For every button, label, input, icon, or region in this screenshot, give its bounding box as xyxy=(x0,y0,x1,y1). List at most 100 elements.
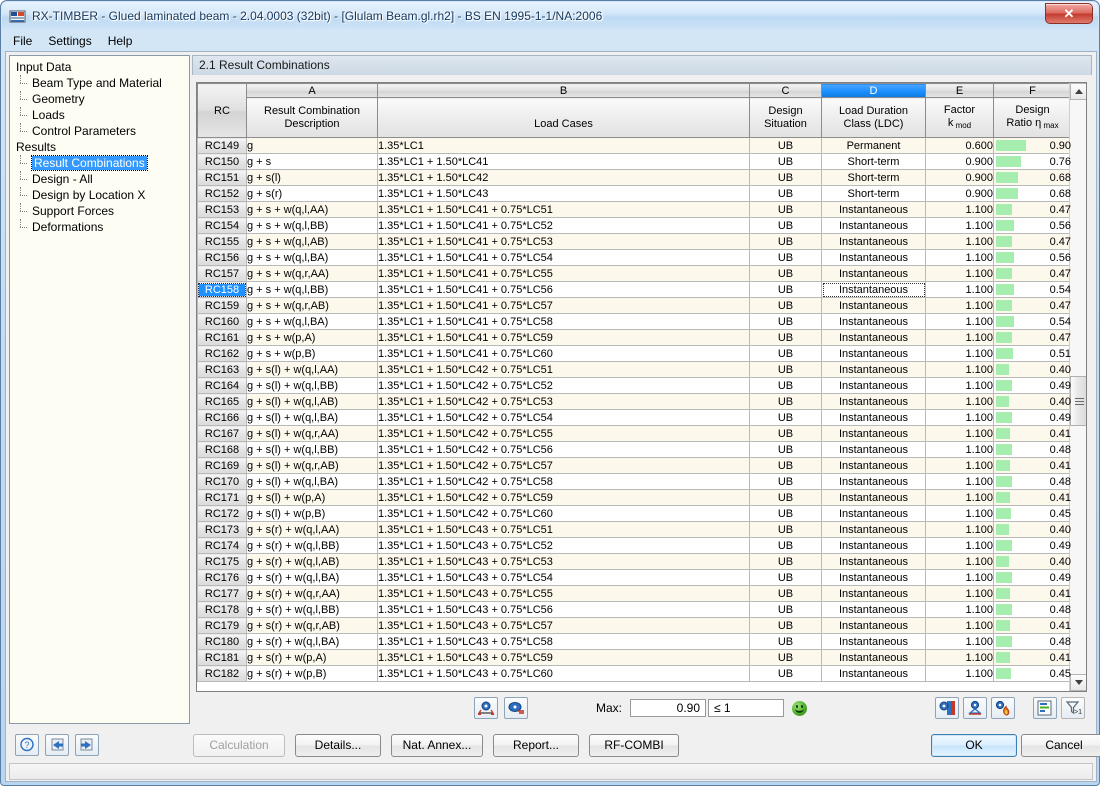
cell-description[interactable]: g + s(l) + w(q,l,AA) xyxy=(246,361,378,378)
next-button[interactable] xyxy=(75,734,99,756)
cell-factor-kmod[interactable]: 1.100 xyxy=(925,249,994,266)
menu-file[interactable]: File xyxy=(5,32,40,50)
row-header-rc[interactable]: RC157 xyxy=(197,265,247,282)
cell-load-cases[interactable]: 1.35*LC1 + 1.50*LC41 + 0.75*LC60 xyxy=(377,345,750,362)
table-row[interactable]: RC152 g + s(r) 1.35*LC1 + 1.50*LC43 UB Short… xyxy=(197,185,1072,202)
row-header-rc[interactable]: RC156 xyxy=(197,249,247,266)
cell-load-duration-class[interactable]: Instantaneous xyxy=(821,473,926,490)
cell-description[interactable]: g + s(r) + w(q,l,BB) xyxy=(246,601,378,618)
cell-load-duration-class[interactable]: Instantaneous xyxy=(821,425,926,442)
cell-load-cases[interactable]: 1.35*LC1 + 1.50*LC41 xyxy=(377,153,750,170)
cell-factor-kmod[interactable]: 1.100 xyxy=(925,377,994,394)
cell-design-ratio[interactable]: 0.41 xyxy=(993,457,1072,474)
cell-description[interactable]: g + s(l) + w(p,A) xyxy=(246,489,378,506)
cell-load-duration-class[interactable]: Instantaneous xyxy=(821,601,926,618)
cell-design-ratio[interactable]: 0.49 xyxy=(993,569,1072,586)
cell-load-duration-class[interactable]: Instantaneous xyxy=(821,585,926,602)
cell-load-cases[interactable]: 1.35*LC1 + 1.50*LC43 + 0.75*LC58 xyxy=(377,633,750,650)
cell-design-ratio[interactable]: 0.41 xyxy=(993,617,1072,634)
cell-design-ratio[interactable]: 0.47 xyxy=(993,265,1072,282)
cell-load-cases[interactable]: 1.35*LC1 + 1.50*LC42 + 0.75*LC53 xyxy=(377,393,750,410)
table-row[interactable]: RC149 g 1.35*LC1 UB Permanent 0.600 0.90 xyxy=(197,137,1072,154)
max-limit-field[interactable]: ≤ 1 xyxy=(708,699,785,717)
cell-description[interactable]: g + s + w(q,l,BB) xyxy=(246,281,378,298)
cell-factor-kmod[interactable]: 1.100 xyxy=(925,457,994,474)
cell-factor-kmod[interactable]: 1.100 xyxy=(925,537,994,554)
cell-design-situation[interactable]: UB xyxy=(749,153,822,170)
table-row[interactable]: RC170 g + s(l) + w(q,l,BA) 1.35*LC1 + 1.50… xyxy=(197,473,1072,490)
cell-design-situation[interactable]: UB xyxy=(749,313,822,330)
tree-node-support-forces[interactable]: Support Forces xyxy=(12,203,187,219)
cell-design-ratio[interactable]: 0.41 xyxy=(993,425,1072,442)
menu-settings[interactable]: Settings xyxy=(40,32,99,50)
cell-load-duration-class[interactable]: Instantaneous xyxy=(821,649,926,666)
cell-load-duration-class[interactable]: Instantaneous xyxy=(821,361,926,378)
cell-design-ratio[interactable]: 0.49 xyxy=(993,409,1072,426)
cell-design-ratio[interactable]: 0.40 xyxy=(993,521,1072,538)
row-header-rc[interactable]: RC162 xyxy=(197,345,247,362)
cell-load-cases[interactable]: 1.35*LC1 + 1.50*LC43 + 0.75*LC56 xyxy=(377,601,750,618)
cell-load-duration-class[interactable]: Instantaneous xyxy=(821,393,926,410)
column-letter-f[interactable]: F xyxy=(993,83,1072,98)
cell-description[interactable]: g + s + w(q,l,BA) xyxy=(246,313,378,330)
close-button[interactable]: ✕ xyxy=(1045,3,1093,24)
cell-factor-kmod[interactable]: 1.100 xyxy=(925,329,994,346)
cell-design-situation[interactable]: UB xyxy=(749,441,822,458)
cell-load-duration-class[interactable]: Permanent xyxy=(821,137,926,154)
cell-load-cases[interactable]: 1.35*LC1 + 1.50*LC42 + 0.75*LC56 xyxy=(377,441,750,458)
scroll-down-button[interactable] xyxy=(1070,674,1086,691)
cell-load-cases[interactable]: 1.35*LC1 + 1.50*LC41 + 0.75*LC52 xyxy=(377,217,750,234)
cell-load-cases[interactable]: 1.35*LC1 + 1.50*LC42 + 0.75*LC60 xyxy=(377,505,750,522)
cell-factor-kmod[interactable]: 0.900 xyxy=(925,153,994,170)
row-header-rc[interactable]: RC158 xyxy=(197,281,247,298)
table-row[interactable]: RC180 g + s(r) + w(q,l,BA) 1.35*LC1 + 1.50… xyxy=(197,633,1072,650)
cell-design-situation[interactable]: UB xyxy=(749,393,822,410)
cell-load-duration-class[interactable]: Instantaneous xyxy=(821,313,926,330)
cell-design-ratio[interactable]: 0.47 xyxy=(993,297,1072,314)
supports-view-button[interactable] xyxy=(504,697,528,719)
cell-load-cases[interactable]: 1.35*LC1 + 1.50*LC43 + 0.75*LC59 xyxy=(377,649,750,666)
cell-load-cases[interactable]: 1.35*LC1 + 1.50*LC42 + 0.75*LC52 xyxy=(377,377,750,394)
table-row[interactable]: RC164 g + s(l) + w(q,l,BB) 1.35*LC1 + 1.50… xyxy=(197,377,1072,394)
cell-design-ratio[interactable]: 0.68 xyxy=(993,185,1072,202)
cell-design-ratio[interactable]: 0.54 xyxy=(993,281,1072,298)
table-row[interactable]: RC166 g + s(l) + w(q,l,BA) 1.35*LC1 + 1.50… xyxy=(197,409,1072,426)
rf-combi-button[interactable]: RF-COMBI xyxy=(589,733,679,757)
table-row[interactable]: RC154 g + s + w(q,l,BB) 1.35*LC1 + 1.50*LC… xyxy=(197,217,1072,234)
cell-factor-kmod[interactable]: 0.600 xyxy=(925,137,994,154)
cell-design-ratio[interactable]: 0.40 xyxy=(993,393,1072,410)
cell-load-cases[interactable]: 1.35*LC1 + 1.50*LC41 + 0.75*LC58 xyxy=(377,313,750,330)
cell-design-situation[interactable]: UB xyxy=(749,489,822,506)
cell-load-cases[interactable]: 1.35*LC1 + 1.50*LC42 + 0.75*LC55 xyxy=(377,425,750,442)
cell-description[interactable]: g + s(l) + w(q,l,BB) xyxy=(246,441,378,458)
cell-design-situation[interactable]: UB xyxy=(749,569,822,586)
cell-design-situation[interactable]: UB xyxy=(749,297,822,314)
cell-load-cases[interactable]: 1.35*LC1 + 1.50*LC41 + 0.75*LC54 xyxy=(377,249,750,266)
cell-design-ratio[interactable]: 0.40 xyxy=(993,553,1072,570)
row-header-rc[interactable]: RC182 xyxy=(197,665,247,682)
column-header-rc[interactable]: RC xyxy=(197,83,247,138)
row-header-rc[interactable]: RC176 xyxy=(197,569,247,586)
column-letter-e[interactable]: E xyxy=(925,83,994,98)
cell-factor-kmod[interactable]: 1.100 xyxy=(925,233,994,250)
cell-factor-kmod[interactable]: 1.100 xyxy=(925,281,994,298)
cell-design-ratio[interactable]: 0.41 xyxy=(993,649,1072,666)
table-row[interactable]: RC157 g + s + w(q,r,AA) 1.35*LC1 + 1.50*LC… xyxy=(197,265,1072,282)
table-row[interactable]: RC159 g + s + w(q,r,AB) 1.35*LC1 + 1.50*LC… xyxy=(197,297,1072,314)
cell-factor-kmod[interactable]: 1.100 xyxy=(925,617,994,634)
table-row[interactable]: RC177 g + s(r) + w(q,r,AA) 1.35*LC1 + 1.50… xyxy=(197,585,1072,602)
cell-description[interactable]: g + s(r) + w(q,r,AB) xyxy=(246,617,378,634)
table-row[interactable]: RC173 g + s(r) + w(q,l,AA) 1.35*LC1 + 1.50… xyxy=(197,521,1072,538)
row-header-rc[interactable]: RC168 xyxy=(197,441,247,458)
support-view-button[interactable] xyxy=(963,697,987,719)
cell-design-situation[interactable]: UB xyxy=(749,665,822,682)
cell-design-ratio[interactable]: 0.54 xyxy=(993,313,1072,330)
cell-load-duration-class[interactable]: Instantaneous xyxy=(821,521,926,538)
cell-factor-kmod[interactable]: 1.100 xyxy=(925,489,994,506)
cell-description[interactable]: g + s(r) + w(p,A) xyxy=(246,649,378,666)
cell-load-cases[interactable]: 1.35*LC1 + 1.50*LC41 + 0.75*LC53 xyxy=(377,233,750,250)
cell-load-cases[interactable]: 1.35*LC1 + 1.50*LC43 + 0.75*LC54 xyxy=(377,569,750,586)
cell-design-situation[interactable]: UB xyxy=(749,201,822,218)
cell-load-cases[interactable]: 1.35*LC1 + 1.50*LC43 + 0.75*LC53 xyxy=(377,553,750,570)
table-row[interactable]: RC161 g + s + w(p,A) 1.35*LC1 + 1.50*LC41 … xyxy=(197,329,1072,346)
